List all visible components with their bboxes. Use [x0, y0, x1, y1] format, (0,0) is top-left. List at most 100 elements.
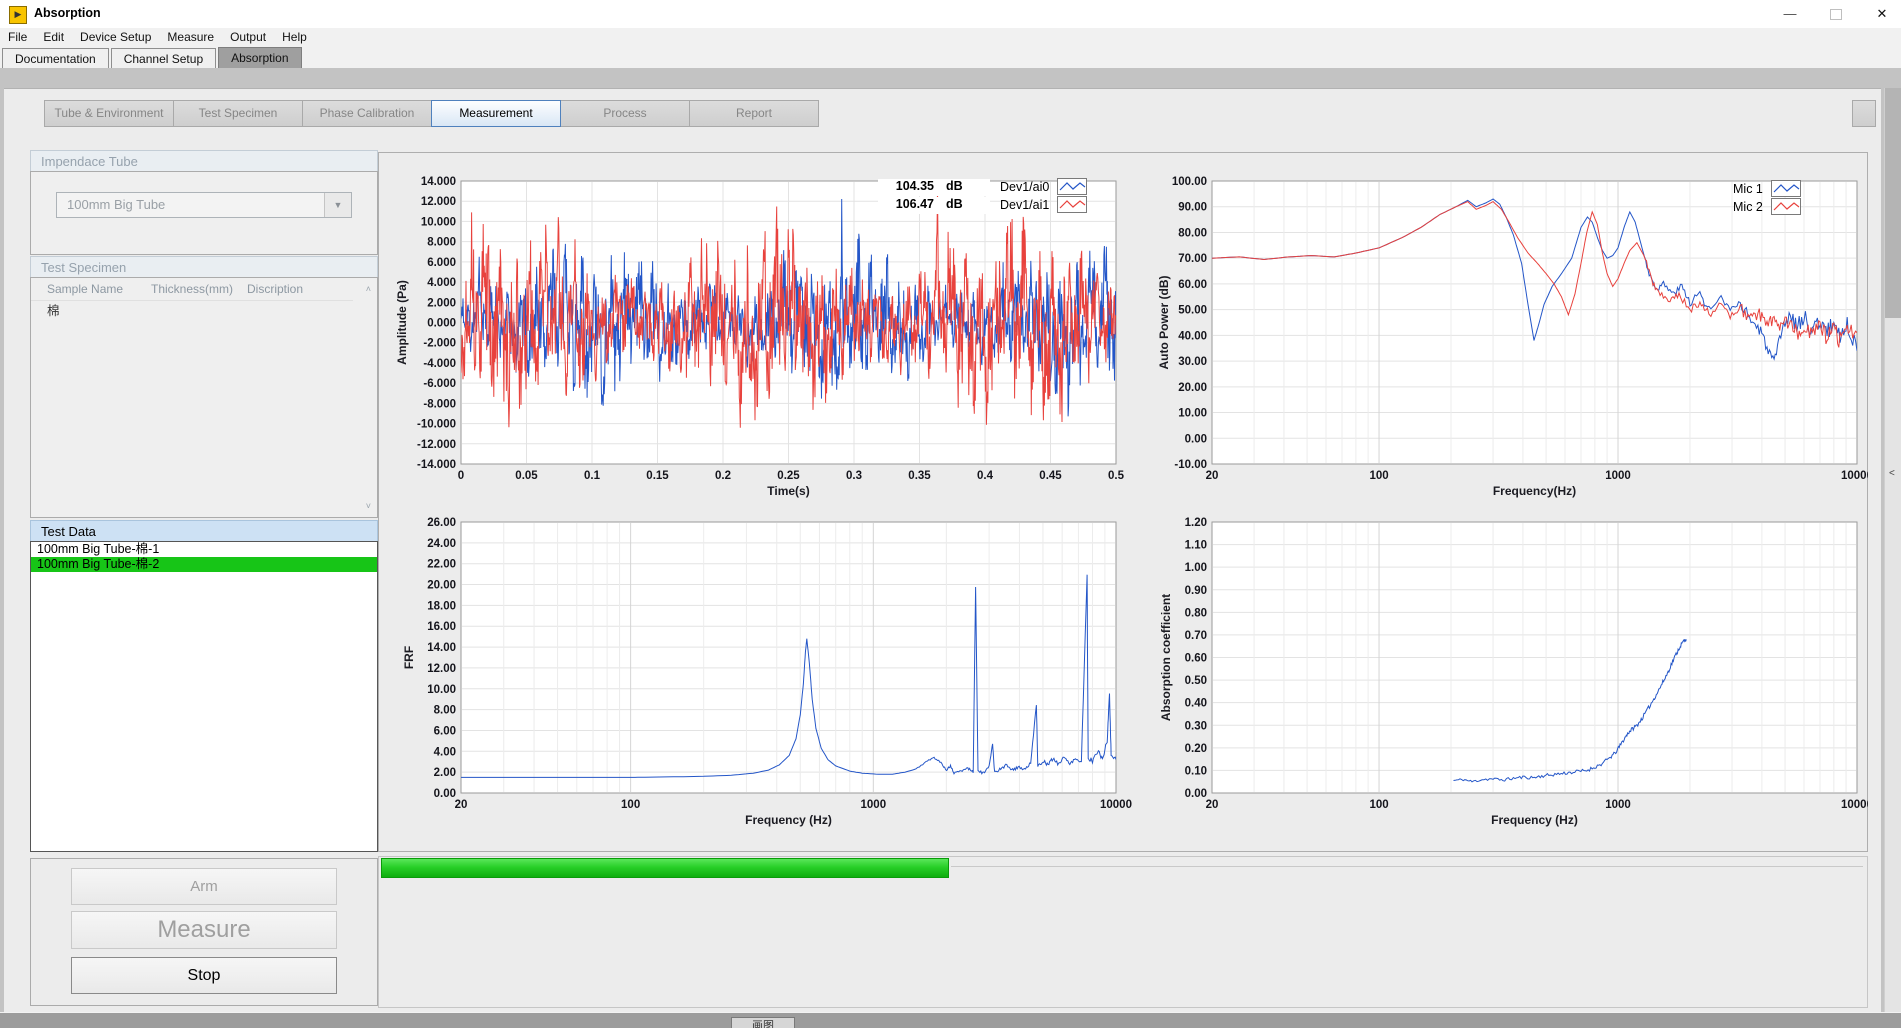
- svg-text:26.00: 26.00: [427, 517, 456, 529]
- svg-text:2.00: 2.00: [434, 767, 456, 779]
- svg-text:Frequency (Hz): Frequency (Hz): [745, 813, 832, 827]
- svg-text:Amplitude (Pa): Amplitude (Pa): [395, 280, 409, 365]
- maximize-icon: [1830, 9, 1842, 20]
- test-data-list: 100mm Big Tube-棉-1100mm Big Tube-棉-2: [30, 541, 378, 852]
- legend-item-dev1-ai1[interactable]: Dev1/ai1: [1000, 196, 1087, 213]
- measure-button[interactable]: Measure: [71, 911, 337, 949]
- svg-text:1000: 1000: [861, 799, 887, 811]
- svg-text:0.000: 0.000: [427, 318, 456, 330]
- test-data-header: Test Data: [30, 520, 378, 542]
- svg-text:10.00: 10.00: [427, 684, 456, 696]
- legend-item-dev1-ai0[interactable]: Dev1/ai0: [1000, 178, 1087, 195]
- list-item[interactable]: 100mm Big Tube-棉-2: [31, 557, 377, 572]
- svg-text:-12.000: -12.000: [417, 439, 456, 451]
- column-header-discription: Discription: [247, 278, 353, 300]
- svg-text:0.30: 0.30: [1185, 720, 1207, 732]
- svg-text:16.00: 16.00: [427, 621, 456, 633]
- svg-text:20.00: 20.00: [427, 580, 456, 592]
- subtab-phase-calibration[interactable]: Phase Calibration: [302, 100, 432, 127]
- legend-label: Mic 1: [1733, 182, 1763, 196]
- subtab-report[interactable]: Report: [689, 100, 819, 127]
- progress-bar: [381, 858, 949, 878]
- svg-text:100: 100: [1369, 799, 1388, 811]
- plot-line-icon: [1057, 196, 1087, 213]
- svg-text:-14.000: -14.000: [417, 459, 456, 471]
- svg-text:Frequency (Hz): Frequency (Hz): [1491, 813, 1578, 827]
- sub-tab-strip: Tube & EnvironmentTest SpecimenPhase Cal…: [44, 100, 818, 127]
- subtab-test-specimen[interactable]: Test Specimen: [173, 100, 303, 127]
- scroll-up-icon[interactable]: ˄: [366, 284, 371, 294]
- title-bar: ▶ Absorption — ✕: [0, 0, 1901, 29]
- subtab-tube-environment[interactable]: Tube & Environment: [44, 100, 174, 127]
- svg-text:6.00: 6.00: [434, 725, 456, 737]
- svg-text:-10.000: -10.000: [417, 419, 456, 431]
- menu-item-file[interactable]: File: [0, 28, 35, 47]
- list-item[interactable]: 100mm Big Tube-棉-1: [31, 542, 377, 557]
- svg-text:0.1: 0.1: [584, 470, 601, 482]
- svg-text:-4.000: -4.000: [423, 358, 456, 370]
- svg-text:22.00: 22.00: [427, 559, 456, 571]
- column-header-sample-name: Sample Name: [31, 278, 151, 300]
- svg-text:0.90: 0.90: [1185, 585, 1207, 597]
- svg-text:70.00: 70.00: [1178, 253, 1207, 265]
- tab-strip-stub: [1852, 100, 1876, 127]
- impedance-tube-select[interactable]: 100mm Big Tube ▼: [56, 192, 352, 218]
- svg-text:80.00: 80.00: [1178, 227, 1207, 239]
- impedance-tube-group: 100mm Big Tube ▼: [30, 171, 378, 255]
- svg-text:1000: 1000: [1605, 799, 1631, 811]
- readout-value: 106.47: [878, 197, 934, 214]
- svg-text:Frequency(Hz): Frequency(Hz): [1493, 484, 1576, 498]
- subtab-process[interactable]: Process: [560, 100, 690, 127]
- svg-text:-2.000: -2.000: [423, 338, 456, 350]
- vertical-scrollbar[interactable]: <: [1884, 88, 1901, 1012]
- svg-text:8.000: 8.000: [427, 237, 456, 249]
- plot-bottom-tab[interactable]: 画图: [731, 1017, 795, 1028]
- table-cell: [247, 300, 353, 318]
- tab-documentation[interactable]: Documentation: [2, 48, 109, 70]
- close-button[interactable]: ✕: [1859, 0, 1901, 28]
- svg-text:0.05: 0.05: [515, 470, 538, 482]
- tab-channel-setup[interactable]: Channel Setup: [111, 48, 216, 70]
- time-chart-legend: Dev1/ai0 Dev1/ai1: [1000, 178, 1087, 214]
- svg-text:0.35: 0.35: [908, 470, 931, 482]
- arm-button[interactable]: Arm: [71, 868, 337, 905]
- svg-text:10000: 10000: [1841, 470, 1868, 482]
- readout-unit: dB: [946, 197, 963, 214]
- svg-text:30.00: 30.00: [1178, 356, 1207, 368]
- svg-text:0.00: 0.00: [1185, 788, 1207, 800]
- svg-text:0.00: 0.00: [1185, 433, 1207, 445]
- test-specimen-header: Test Specimen: [30, 256, 378, 278]
- svg-text:40.00: 40.00: [1178, 330, 1207, 342]
- svg-text:12.000: 12.000: [421, 196, 456, 208]
- scroll-down-icon[interactable]: ˅: [366, 501, 371, 511]
- legend-item-mic-1[interactable]: Mic 1: [1733, 180, 1801, 197]
- stop-button[interactable]: Stop: [71, 957, 337, 994]
- svg-text:0.80: 0.80: [1185, 607, 1207, 619]
- menu-item-edit[interactable]: Edit: [35, 28, 72, 47]
- scrollbar-thumb[interactable]: [1885, 88, 1901, 318]
- menu-item-measure[interactable]: Measure: [159, 28, 222, 47]
- menu-item-help[interactable]: Help: [274, 28, 315, 47]
- minimize-button[interactable]: —: [1767, 0, 1813, 28]
- maximize-button[interactable]: [1813, 0, 1859, 28]
- readout-unit: dB: [946, 179, 963, 196]
- svg-text:90.00: 90.00: [1178, 202, 1207, 214]
- svg-text:0: 0: [458, 470, 464, 482]
- legend-item-mic-2[interactable]: Mic 2: [1733, 198, 1801, 215]
- tab-absorption[interactable]: Absorption: [218, 47, 301, 70]
- svg-text:0.2: 0.2: [715, 470, 731, 482]
- svg-text:8.00: 8.00: [434, 705, 456, 717]
- collapse-left-icon[interactable]: <: [1889, 468, 1895, 479]
- menu-item-device-setup[interactable]: Device Setup: [72, 28, 159, 47]
- subtab-measurement[interactable]: Measurement: [431, 100, 561, 127]
- menu-item-output[interactable]: Output: [222, 28, 274, 47]
- legend-label: Dev1/ai1: [1000, 198, 1049, 212]
- legend-label: Dev1/ai0: [1000, 180, 1049, 194]
- chevron-down-icon[interactable]: ▼: [324, 193, 351, 217]
- svg-text:0.40: 0.40: [1185, 698, 1207, 710]
- svg-text:-10.00: -10.00: [1174, 459, 1207, 471]
- svg-text:0.50: 0.50: [1185, 675, 1207, 687]
- svg-text:10000: 10000: [1841, 799, 1868, 811]
- column-header-thickness-mm: Thickness(mm): [151, 278, 247, 300]
- table-row[interactable]: 棉: [31, 300, 353, 318]
